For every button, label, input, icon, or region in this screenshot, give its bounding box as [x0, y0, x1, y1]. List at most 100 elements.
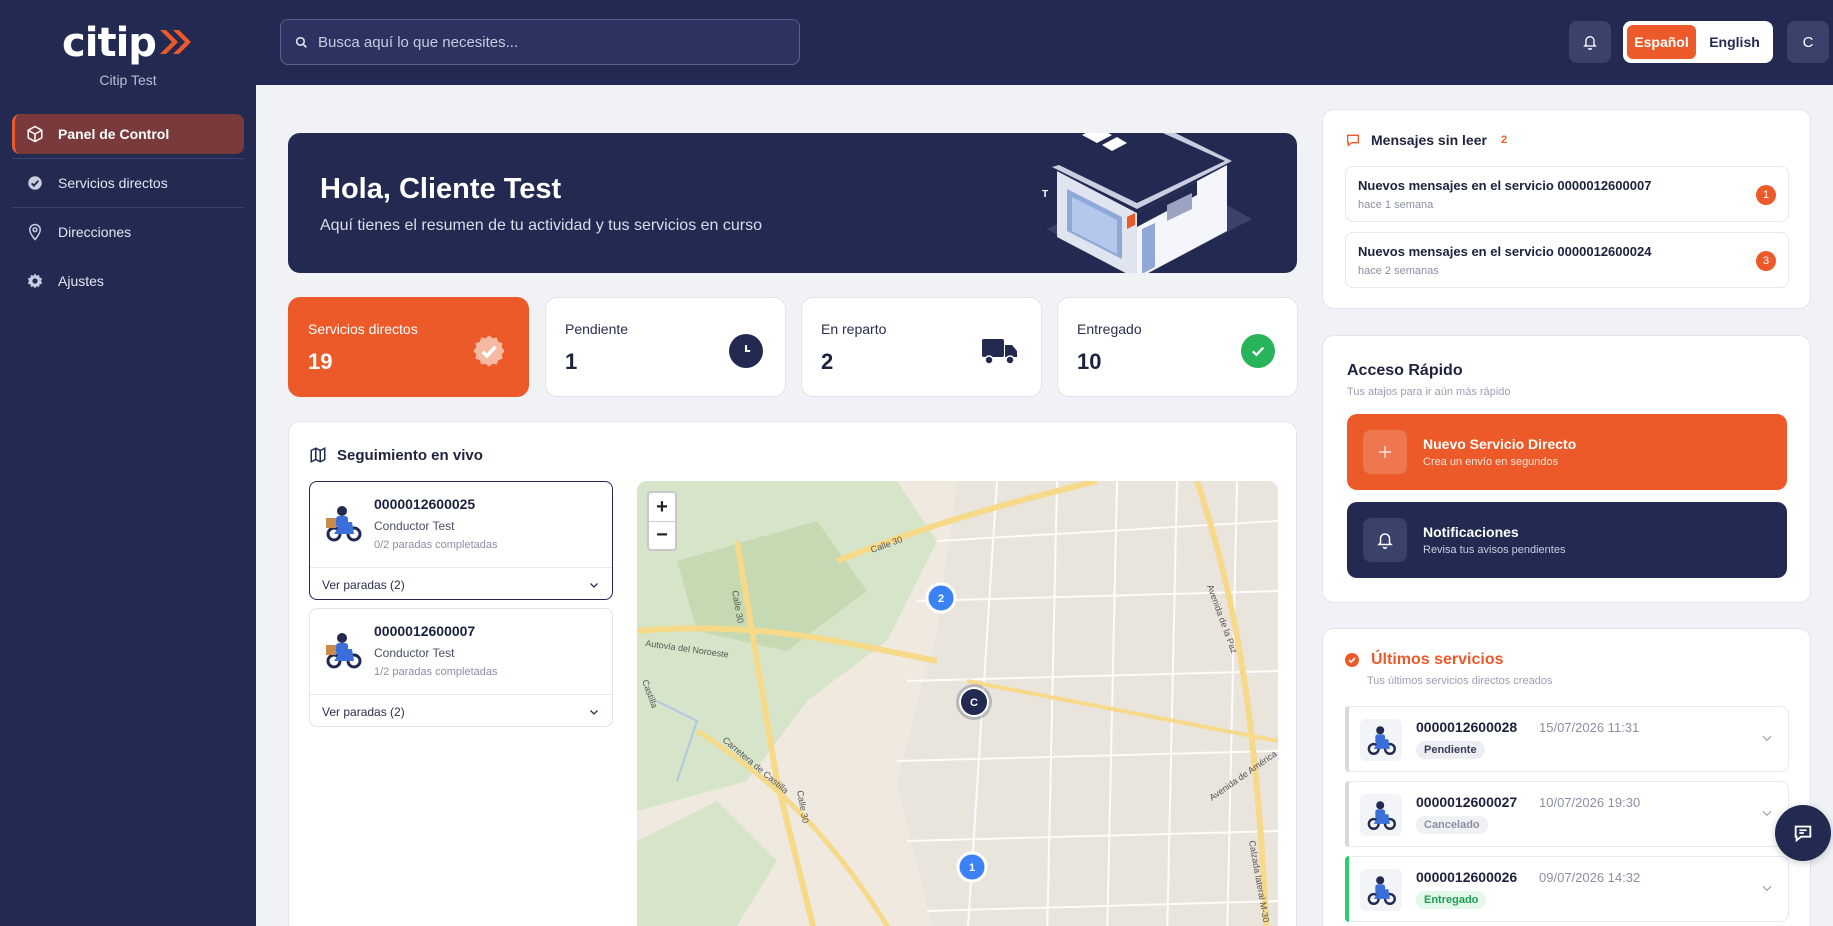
service-id: 0000012600027	[1416, 794, 1518, 810]
sidebar-item-direcciones[interactable]: Direcciones	[12, 212, 244, 252]
sidebar-item-label: Servicios directos	[58, 175, 168, 191]
courier-scooter-icon	[1360, 869, 1402, 911]
service-date: 15/07/2026 11:31	[1539, 720, 1640, 735]
chat-bubble-icon	[1347, 134, 1359, 147]
latest-services-title: Últimos servicios	[1371, 651, 1504, 668]
quick-button-title: Notificaciones	[1423, 524, 1519, 540]
nav-divider	[12, 207, 244, 208]
welcome-subtitle: Aquí tienes el resumen de tu actividad y…	[320, 217, 762, 234]
tracking-item[interactable]: 0000012600007 Conductor Test 1/2 paradas…	[309, 608, 613, 727]
search-box[interactable]	[280, 19, 800, 65]
message-item[interactable]: Nuevos mensajes en el servicio 000001260…	[1345, 166, 1789, 222]
store-illustration: T	[1039, 133, 1252, 273]
sidebar: citip Citip Test Panel de Control Servic…	[0, 0, 256, 926]
courier-scooter-icon	[1360, 794, 1402, 836]
messages-header: Mensajes sin leer 2	[1345, 132, 1507, 148]
stat-en-reparto[interactable]: En reparto 2	[801, 297, 1042, 397]
message-title: Nuevos mensajes en el servicio 000001260…	[1358, 244, 1652, 259]
latest-services-header: Últimos servicios	[1345, 651, 1504, 669]
search-icon	[295, 36, 307, 48]
service-row[interactable]: 0000012600028 15/07/2026 11:31 Pendiente	[1345, 706, 1789, 772]
check-badge-icon	[26, 174, 44, 192]
stat-label: Pendiente	[565, 321, 629, 337]
stat-servicios-directos[interactable]: Servicios directos 19	[288, 297, 529, 397]
chat-support-button[interactable]	[1775, 805, 1831, 861]
latest-services-subtitle: Tus últimos servicios directos creados	[1367, 675, 1553, 687]
citip-logo[interactable]: citip	[62, 20, 194, 66]
view-stops-label: Ver paradas (2)	[322, 704, 405, 719]
lang-es-button[interactable]: Español	[1627, 25, 1696, 59]
avatar[interactable]: C	[1787, 21, 1829, 63]
nav-divider	[12, 158, 244, 159]
sidebar-item-ajustes[interactable]: Ajustes	[12, 261, 244, 301]
box-icon	[26, 125, 44, 143]
message-item[interactable]: Nuevos mensajes en el servicio 000001260…	[1345, 232, 1789, 288]
map-marker-1[interactable]: 1	[956, 851, 988, 883]
language-switcher: Español English	[1623, 21, 1773, 63]
company-name: Citip Test	[99, 72, 157, 88]
messages-title: Mensajes sin leer	[1371, 132, 1487, 148]
marker-label: 1	[969, 862, 975, 874]
view-stops-toggle[interactable]: Ver paradas (2)	[310, 567, 612, 601]
view-stops-toggle[interactable]: Ver paradas (2)	[310, 694, 612, 728]
courier-scooter-icon	[326, 633, 362, 669]
check-circle-icon	[1345, 653, 1359, 667]
stat-label: Entregado	[1077, 321, 1142, 337]
tracking-stops: 1/2 paradas completadas	[374, 666, 498, 678]
sidebar-item-panel-de-control[interactable]: Panel de Control	[12, 114, 244, 154]
map-marker-client[interactable]: C	[956, 684, 992, 720]
message-time: hace 1 semana	[1358, 199, 1434, 211]
messages-count: 2	[1500, 134, 1508, 146]
sidebar-item-servicios-directos[interactable]: Servicios directos	[12, 163, 244, 203]
message-time: hace 2 semanas	[1358, 265, 1439, 277]
service-row[interactable]: 0000012600026 09/07/2026 14:32 Entregado	[1345, 856, 1789, 922]
check-seal-icon	[472, 334, 506, 368]
chevron-down-icon[interactable]	[1760, 881, 1774, 895]
tracking-driver: Conductor Test	[374, 519, 455, 533]
view-stops-label: Ver paradas (2)	[322, 577, 405, 592]
stat-pendiente[interactable]: Pendiente 1	[545, 297, 786, 397]
status-badge: Cancelado	[1416, 816, 1488, 834]
stat-entregado[interactable]: Entregado 10	[1057, 297, 1298, 397]
chevron-down-icon	[590, 709, 598, 715]
service-date: 09/07/2026 14:32	[1539, 870, 1641, 885]
zoom-in-button[interactable]: +	[649, 493, 675, 521]
status-badge: Entregado	[1416, 891, 1487, 909]
stat-label: Servicios directos	[308, 321, 418, 337]
message-badge: 1	[1756, 185, 1776, 205]
map-pin-icon	[26, 223, 44, 241]
chevron-down-icon[interactable]	[1760, 806, 1774, 820]
chevron-down-icon[interactable]	[1760, 731, 1774, 745]
service-row[interactable]: 0000012600027 10/07/2026 19:30 Cancelado	[1345, 781, 1789, 847]
sidebar-item-label: Direcciones	[58, 224, 132, 240]
map-icon	[310, 447, 326, 463]
plus-icon	[1363, 430, 1407, 474]
stat-value: 10	[1077, 349, 1102, 374]
search-input[interactable]	[318, 33, 788, 51]
stat-value: 19	[308, 349, 333, 374]
sidebar-nav: Panel de Control Servicios directos Dire…	[0, 110, 256, 314]
notifications-shortcut-button[interactable]: Notificaciones Revisa tus avisos pendien…	[1347, 502, 1787, 578]
zoom-out-button[interactable]: −	[649, 521, 675, 549]
lang-en-button[interactable]: English	[1700, 25, 1769, 59]
quick-access-subtitle: Tus atajos para ir aún más rápido	[1347, 386, 1511, 398]
quick-button-title: Nuevo Servicio Directo	[1423, 436, 1577, 452]
notifications-button[interactable]	[1569, 21, 1611, 63]
tracking-item[interactable]: 0000012600025 Conductor Test 0/2 paradas…	[309, 481, 613, 600]
message-badge: 3	[1756, 251, 1776, 271]
map-marker-2[interactable]: 2	[925, 582, 957, 614]
chevron-down-icon	[590, 582, 598, 588]
service-id: 0000012600028	[1416, 719, 1518, 735]
status-stripe	[1345, 856, 1349, 922]
status-stripe	[1345, 706, 1349, 772]
truck-icon	[981, 334, 1019, 368]
new-direct-service-button[interactable]: Nuevo Servicio Directo Crea un envío en …	[1347, 414, 1787, 490]
marker-label: C	[970, 697, 978, 709]
courier-scooter-icon	[326, 506, 362, 542]
marker-label: 2	[938, 593, 944, 605]
topbar: Español English C	[256, 0, 1833, 85]
live-map[interactable]: Calle 30 Calle 30 Calle 30 Autovía del N…	[637, 481, 1278, 926]
tracking-id: 0000012600007	[374, 623, 476, 639]
stat-value: 1	[565, 349, 578, 374]
latest-services-card: Últimos servicios Tus últimos servicios …	[1322, 628, 1811, 926]
